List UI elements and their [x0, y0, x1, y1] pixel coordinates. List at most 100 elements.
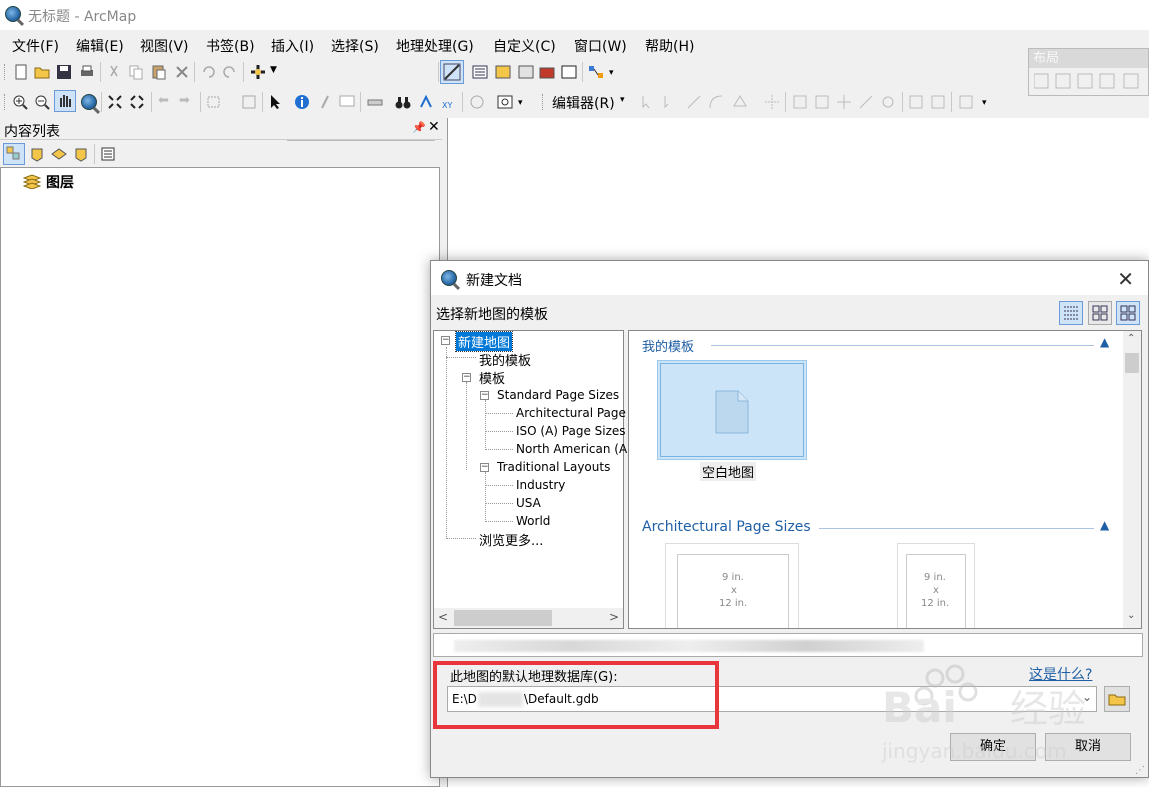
toc-close-icon[interactable]: ✕: [428, 119, 440, 135]
measure-icon[interactable]: [367, 94, 383, 110]
view-details-button[interactable]: [1059, 301, 1083, 325]
tree-item-my-templates[interactable]: 我的模板: [479, 350, 531, 369]
resize-grip-icon[interactable]: ⋰: [1135, 765, 1145, 776]
time-slider-icon[interactable]: [469, 94, 485, 110]
toolbar-overflow-icon[interactable]: ▾: [609, 68, 614, 78]
identify-icon[interactable]: [294, 94, 310, 110]
attributes-icon[interactable]: [908, 94, 924, 110]
create-features-icon[interactable]: [958, 94, 974, 110]
chevron-down-icon[interactable]: ⌄: [1082, 690, 1092, 704]
list-by-visibility-icon[interactable]: [51, 146, 67, 162]
collapse-icon[interactable]: −: [441, 336, 450, 345]
editor-menu[interactable]: 编辑器(R): [552, 93, 615, 113]
editor-dropdown-icon[interactable]: ▾: [620, 95, 625, 105]
search-window-icon[interactable]: [518, 64, 534, 80]
zoom-in-icon[interactable]: [12, 94, 28, 110]
cut-polygons-icon[interactable]: [814, 94, 830, 110]
hyperlink-icon[interactable]: [317, 94, 333, 110]
sketch-properties-icon[interactable]: [930, 94, 946, 110]
layers-root-label[interactable]: 图层: [46, 172, 74, 192]
menu-view[interactable]: 视图(V): [140, 36, 189, 56]
tree-item-templates[interactable]: 模板: [479, 368, 505, 387]
construction-tools-icon[interactable]: [732, 94, 748, 110]
open-folder-icon[interactable]: [34, 64, 50, 80]
tree-item-browse-more[interactable]: 浏览更多...: [479, 530, 543, 549]
menu-edit[interactable]: 编辑(E): [76, 36, 124, 56]
view-large-icons-button[interactable]: [1116, 301, 1140, 325]
architectural-template-1[interactable]: 9 in. x 12 in.: [665, 543, 799, 628]
blank-map-template[interactable]: [657, 360, 807, 460]
scroll-right-icon[interactable]: >: [609, 610, 619, 624]
add-data-icon[interactable]: [250, 64, 266, 80]
tree-item-north-american[interactable]: North American (A: [516, 442, 627, 456]
rotate-icon[interactable]: [858, 94, 874, 110]
pan-tool[interactable]: [54, 90, 76, 112]
new-document-icon[interactable]: [13, 64, 29, 80]
tree-item-iso[interactable]: ISO (A) Page Sizes: [516, 424, 626, 438]
tree-item-new-map[interactable]: 新建地图: [454, 331, 514, 352]
redo-icon[interactable]: [222, 64, 238, 80]
edit-tool-icon[interactable]: [640, 94, 656, 110]
scroll-down-icon[interactable]: ⌄: [1127, 610, 1135, 621]
cancel-button[interactable]: 取消: [1045, 733, 1131, 761]
paste-icon[interactable]: [151, 64, 167, 80]
browse-gdb-button[interactable]: [1104, 686, 1130, 712]
tree-item-world[interactable]: World: [516, 514, 550, 528]
arc-segment-icon[interactable]: [708, 94, 724, 110]
layout-tool-icons[interactable]: [1034, 73, 1146, 91]
add-data-dropdown-icon[interactable]: ▼: [270, 65, 277, 75]
edit-annotation-icon[interactable]: [662, 94, 678, 110]
collapse-section-icon[interactable]: ▲: [1100, 518, 1109, 532]
pin-icon[interactable]: 📌: [412, 121, 426, 134]
find-binoculars-icon[interactable]: [395, 94, 411, 110]
full-extent-icon[interactable]: [81, 94, 97, 110]
clear-selection-icon[interactable]: [241, 94, 257, 110]
collapse-section-icon[interactable]: ▲: [1100, 335, 1109, 349]
toolbar-overflow-icon[interactable]: ▾: [982, 98, 987, 108]
find-route-icon[interactable]: [418, 94, 434, 110]
menu-geoprocessing[interactable]: 地理处理(G): [396, 36, 474, 56]
scroll-up-icon[interactable]: ⌃: [1127, 333, 1135, 344]
scroll-left-icon[interactable]: <: [438, 610, 448, 624]
back-extent-icon[interactable]: ⬅: [158, 93, 169, 108]
toolbar-overflow-icon[interactable]: ▾: [518, 98, 523, 108]
python-window-icon[interactable]: [561, 64, 577, 80]
menu-file[interactable]: 文件(F): [12, 36, 59, 56]
list-by-selection-icon[interactable]: [73, 146, 89, 162]
list-by-source-icon[interactable]: [29, 146, 45, 162]
collapse-icon[interactable]: −: [462, 373, 471, 382]
menu-windows[interactable]: 窗口(W): [574, 36, 627, 56]
list-by-drawing-order-button[interactable]: [3, 143, 25, 165]
select-elements-icon[interactable]: [268, 94, 284, 110]
fixed-zoom-out-icon[interactable]: [129, 94, 145, 110]
whats-this-link[interactable]: 这是什么?: [1029, 664, 1092, 684]
menu-help[interactable]: 帮助(H): [645, 36, 694, 56]
editor-toolbar-toggle[interactable]: [440, 60, 464, 84]
dialog-close-icon[interactable]: ✕: [1117, 267, 1134, 291]
gallery-vertical-scrollbar[interactable]: ⌃ ⌄: [1123, 331, 1141, 628]
select-features-icon[interactable]: [206, 94, 222, 110]
menu-customize[interactable]: 自定义(C): [493, 36, 556, 56]
print-icon[interactable]: [79, 64, 95, 80]
tree-horizontal-scrollbar[interactable]: < >: [434, 608, 623, 628]
tree-item-industry[interactable]: Industry: [516, 478, 565, 492]
copy-icon[interactable]: [128, 64, 144, 80]
view-medium-icons-button[interactable]: [1088, 301, 1112, 325]
scrollbar-thumb[interactable]: [1125, 353, 1139, 373]
ok-button[interactable]: 确定: [950, 733, 1036, 761]
scrollbar-thumb[interactable]: [454, 610, 552, 626]
tree-item-usa[interactable]: USA: [516, 496, 541, 510]
architectural-template-2[interactable]: 9 in. x 12 in.: [897, 543, 975, 628]
split-tool-icon[interactable]: [764, 94, 780, 110]
reshape-icon[interactable]: [792, 94, 808, 110]
tree-item-architectural[interactable]: Architectural Page: [516, 406, 626, 420]
fixed-zoom-in-icon[interactable]: [107, 94, 123, 110]
tree-item-traditional-layouts[interactable]: Traditional Layouts: [497, 460, 610, 474]
blank-map-label[interactable]: 空白地图: [700, 462, 757, 481]
menu-bookmarks[interactable]: 书签(B): [206, 36, 255, 56]
go-to-xy-icon[interactable]: XY: [441, 94, 457, 110]
arctoolbox-icon[interactable]: [539, 64, 555, 80]
toolbar-grip[interactable]: [4, 64, 10, 80]
save-icon[interactable]: [56, 64, 72, 80]
collapse-icon[interactable]: −: [480, 391, 489, 400]
